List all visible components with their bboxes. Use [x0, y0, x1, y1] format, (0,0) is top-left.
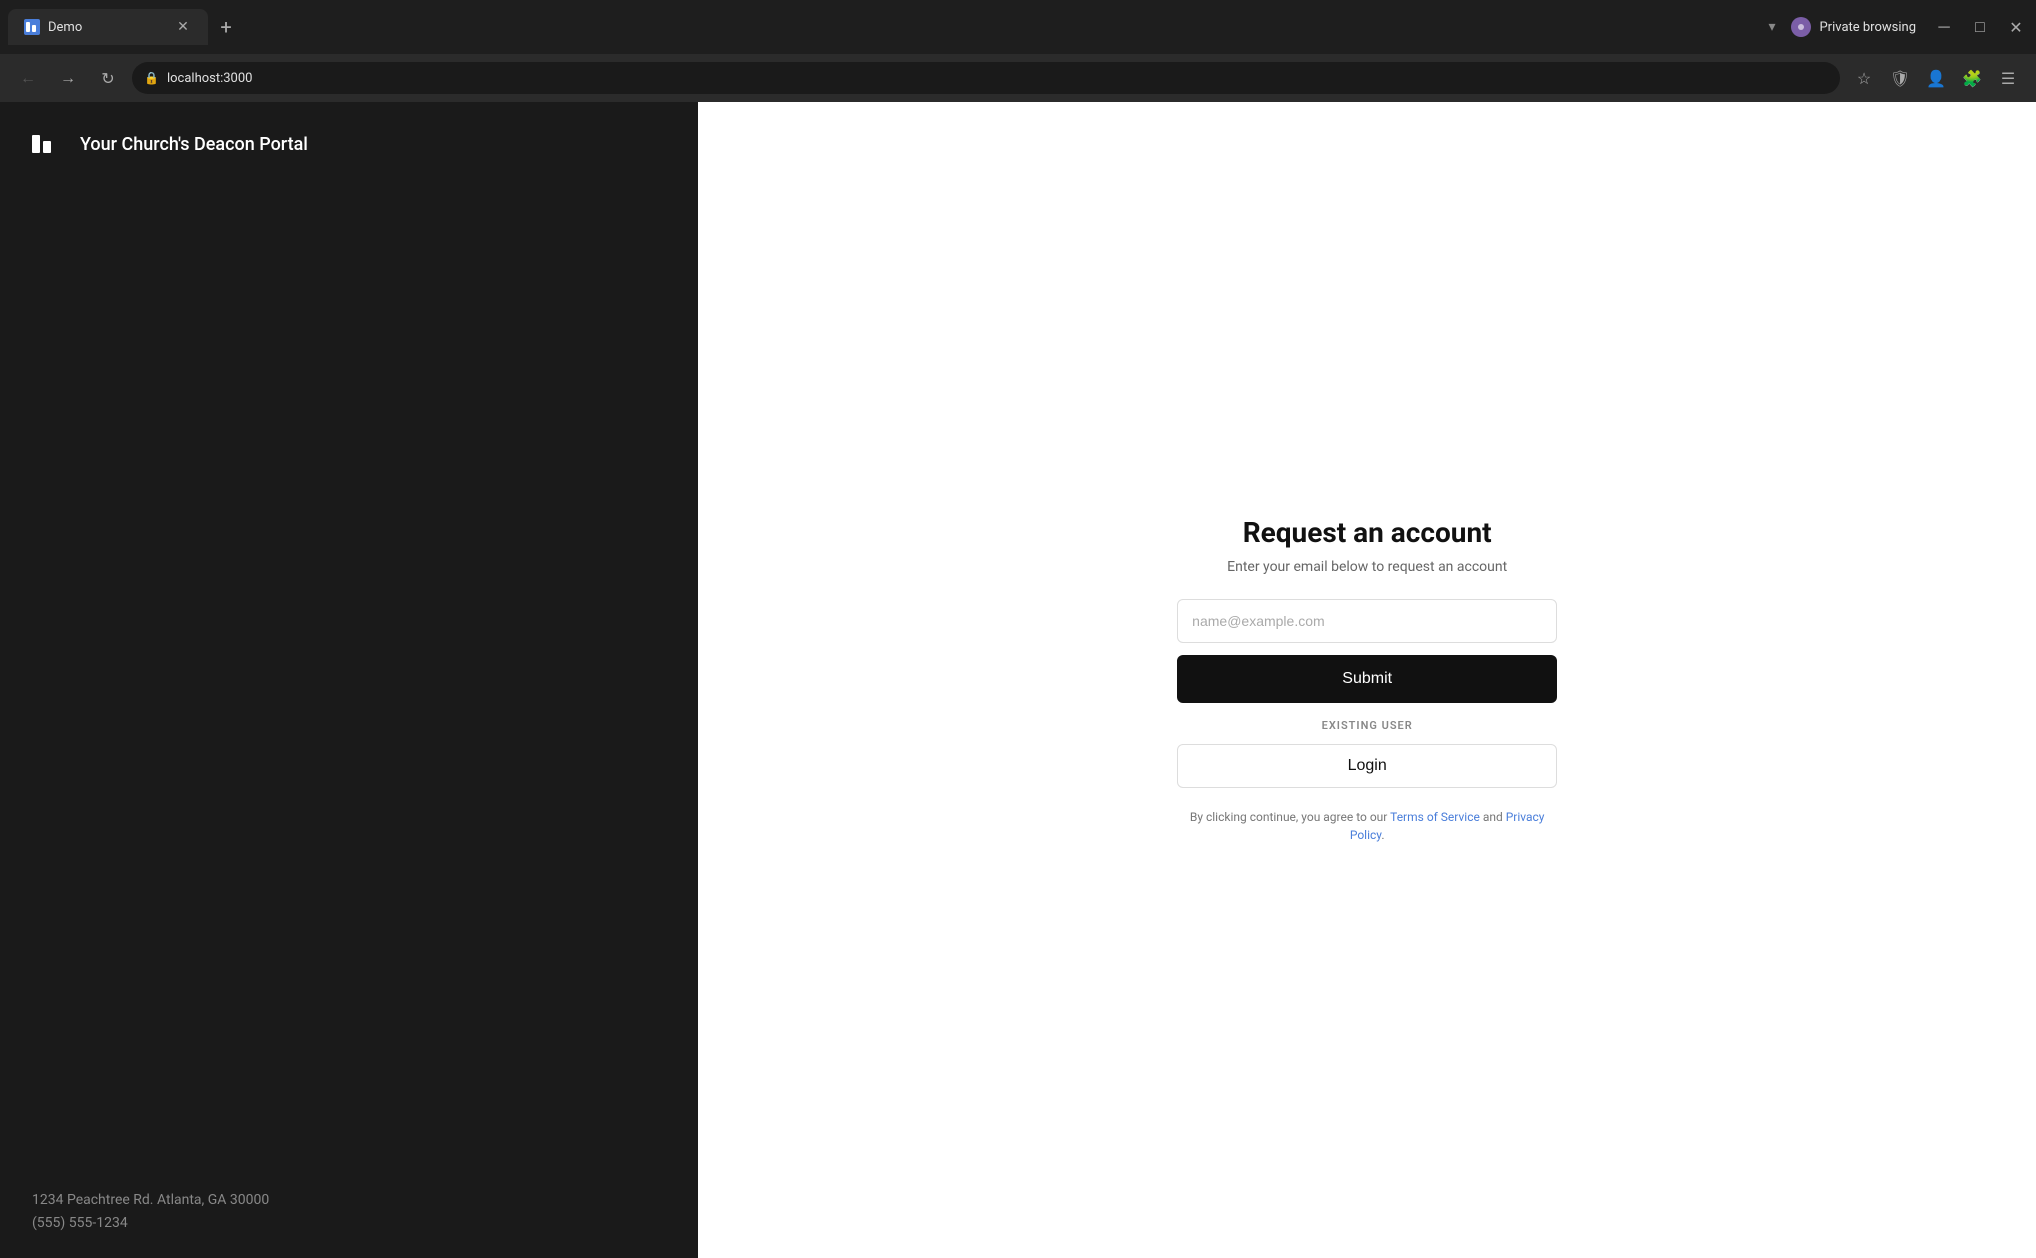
- nav-bar: ← → ↻ 🔒 localhost:3000 ☆ 🛡 👤 🧩 ☰: [0, 54, 2036, 102]
- tab-bar: Demo ✕ + ▾ Private browsing ─ □ ✕: [0, 0, 2036, 54]
- tab-favicon: [24, 19, 40, 35]
- logo-bars: [32, 135, 68, 153]
- private-browsing-icon: [1791, 17, 1811, 37]
- address-line1: 1234 Peachtree Rd. Atlanta, GA 30000: [32, 1189, 666, 1211]
- forward-button[interactable]: →: [52, 62, 84, 94]
- terms-of-service-link[interactable]: Terms of Service: [1390, 810, 1480, 824]
- request-form: Request an account Enter your email belo…: [1177, 516, 1557, 844]
- left-header: Your Church's Deacon Portal: [32, 126, 666, 162]
- form-subtitle: Enter your email below to request an acc…: [1227, 559, 1507, 575]
- refresh-button[interactable]: ↻: [92, 62, 124, 94]
- email-input[interactable]: [1177, 599, 1557, 643]
- page-content: Your Church's Deacon Portal 1234 Peachtr…: [0, 102, 2036, 1258]
- private-browsing-indicator: Private browsing: [1791, 17, 1916, 37]
- address-bar-security-icon: 🔒: [144, 71, 159, 85]
- extensions-button[interactable]: 🧩: [1956, 62, 1988, 94]
- tab-close-button[interactable]: ✕: [174, 18, 192, 36]
- login-button[interactable]: Login: [1177, 744, 1557, 788]
- address-text: localhost:3000: [167, 71, 253, 86]
- maximize-button[interactable]: □: [1968, 15, 1992, 39]
- back-button[interactable]: ←: [12, 62, 44, 94]
- tab-bar-right: ▾ Private browsing ─ □ ✕: [1768, 15, 2028, 39]
- left-panel: Your Church's Deacon Portal 1234 Peachtr…: [0, 102, 698, 1258]
- address-bar[interactable]: 🔒 localhost:3000: [132, 62, 1840, 94]
- submit-button[interactable]: Submit: [1177, 655, 1557, 703]
- terms-text: By clicking continue, you agree to our T…: [1177, 808, 1557, 844]
- browser-chrome: Demo ✕ + ▾ Private browsing ─ □ ✕: [0, 0, 2036, 102]
- right-panel: Request an account Enter your email belo…: [698, 102, 2036, 1258]
- logo-bar-1: [32, 135, 40, 153]
- shield-button[interactable]: 🛡: [1884, 62, 1916, 94]
- existing-user-label: EXISTING USER: [1322, 719, 1413, 732]
- browser-tab-demo[interactable]: Demo ✕: [8, 9, 208, 45]
- bookmark-button[interactable]: ☆: [1848, 62, 1880, 94]
- form-title: Request an account: [1243, 516, 1492, 549]
- terms-suffix: .: [1381, 828, 1384, 842]
- tabs-dropdown-button[interactable]: ▾: [1768, 19, 1775, 35]
- private-browsing-label: Private browsing: [1819, 20, 1916, 35]
- nav-bar-right: ☆ 🛡 👤 🧩 ☰: [1848, 62, 2024, 94]
- account-button[interactable]: 👤: [1920, 62, 1952, 94]
- window-controls: ─ □ ✕: [1932, 15, 2028, 39]
- terms-prefix: By clicking continue, you agree to our: [1190, 810, 1390, 824]
- address-line2: (555) 555-1234: [32, 1212, 666, 1234]
- close-window-button[interactable]: ✕: [2004, 15, 2028, 39]
- left-footer: 1234 Peachtree Rd. Atlanta, GA 30000 (55…: [32, 1189, 666, 1234]
- terms-and: and: [1480, 810, 1506, 824]
- minimize-button[interactable]: ─: [1932, 15, 1956, 39]
- logo-icon: [32, 126, 68, 162]
- tab-title: Demo: [48, 20, 166, 35]
- new-tab-button[interactable]: +: [212, 13, 240, 41]
- portal-title: Your Church's Deacon Portal: [80, 134, 308, 155]
- logo-bar-2: [43, 141, 51, 153]
- menu-button[interactable]: ☰: [1992, 62, 2024, 94]
